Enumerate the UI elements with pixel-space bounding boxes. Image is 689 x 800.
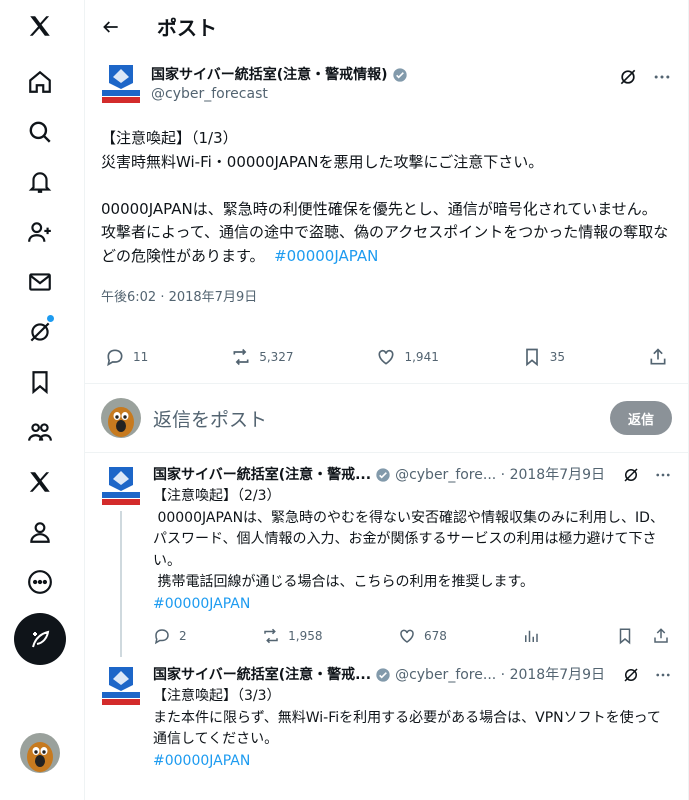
- post-author-row: 国家サイバー統括室(注意・警戒情報) @cyber_forecast: [101, 63, 672, 111]
- compose-post-button[interactable]: [14, 613, 66, 665]
- bookmark-icon[interactable]: [17, 359, 63, 405]
- post-timestamp[interactable]: 午後6:02 · 2018年7月9日: [101, 286, 672, 305]
- post-action-bar: 2 1,958 678: [153, 615, 672, 657]
- repost-icon: [233, 348, 249, 366]
- repost-count: 1,958: [288, 629, 323, 643]
- reply-button[interactable]: 11: [105, 347, 148, 367]
- author-handle[interactable]: @cyber_forecast: [151, 84, 618, 104]
- hashtag-link[interactable]: #00000JAPAN: [274, 247, 378, 265]
- more-options-icon[interactable]: [654, 466, 672, 484]
- reply-icon: [154, 629, 169, 645]
- grok-icon[interactable]: [618, 67, 638, 87]
- main-column: ポスト 国家サイバー統括室(注意・警戒情報) @cyber_forecast 【…: [84, 0, 689, 800]
- communities-icon[interactable]: [17, 409, 63, 455]
- bookmark-icon: [525, 348, 538, 367]
- reply-composer: 返信をポスト 返信: [85, 383, 688, 453]
- premium-x-icon[interactable]: [17, 459, 63, 505]
- grok-icon[interactable]: [622, 466, 640, 484]
- reply-submit-button[interactable]: 返信: [610, 401, 672, 435]
- compose-post-icon: [32, 630, 50, 648]
- org-logo-avatar[interactable]: [101, 63, 141, 105]
- repost-button[interactable]: 5,327: [231, 347, 294, 367]
- reply-count: 11: [133, 350, 149, 364]
- views-button[interactable]: [522, 627, 540, 645]
- thread-connector-line: [120, 511, 122, 657]
- grok-icon[interactable]: [17, 309, 63, 355]
- post-meta[interactable]: @cyber_fore... · 2018年7月9日: [395, 465, 605, 485]
- page-header: ポスト: [85, 0, 688, 53]
- post-line: 災害時無料Wi-Fi・00000JAPANを悪用した攻撃にご注意下さい。: [101, 152, 544, 171]
- reply-input[interactable]: 返信をポスト: [153, 405, 610, 432]
- heart-icon: [400, 629, 414, 643]
- repost-icon: [264, 628, 278, 644]
- more-options-icon[interactable]: [652, 67, 672, 87]
- reply-avatar[interactable]: [101, 398, 141, 438]
- org-logo-avatar[interactable]: [101, 665, 141, 707]
- post-body: 【注意喚起】（3/3） また本件に限らず、無料Wi-Fiを利用する必要がある場合…: [153, 686, 672, 772]
- post-meta[interactable]: @cyber_fore... · 2018年7月9日: [395, 665, 605, 685]
- hashtag-link[interactable]: #00000JAPAN: [153, 596, 250, 612]
- reply-count: 2: [179, 629, 187, 643]
- hashtag-link[interactable]: #00000JAPAN: [153, 753, 250, 769]
- search-icon[interactable]: [17, 109, 63, 155]
- bookmark-button[interactable]: 35: [522, 347, 565, 367]
- share-button[interactable]: [648, 347, 668, 367]
- post-body: 【注意喚起】（2/3） 00000JAPANは、緊急時のやむを得ない安否確認や情…: [153, 486, 672, 615]
- bookmark-icon[interactable]: [616, 627, 634, 645]
- post-action-bar: 11 5,327 1,941 35: [101, 331, 672, 383]
- mail-icon[interactable]: [17, 259, 63, 305]
- share-icon: [650, 348, 666, 365]
- grok-icon[interactable]: [622, 666, 640, 684]
- bell-icon[interactable]: [17, 159, 63, 205]
- share-icon[interactable]: [652, 627, 670, 645]
- author-name[interactable]: 国家サイバー統括室(注意・警戒情報): [151, 66, 618, 84]
- repost-count: 5,327: [259, 350, 294, 364]
- add-user-icon[interactable]: [17, 209, 63, 255]
- post-body: 【注意喚起】（1/3） 災害時無料Wi-Fi・00000JAPANを悪用した攻撃…: [101, 127, 672, 268]
- reply-button[interactable]: 2: [153, 627, 187, 645]
- back-arrow-icon[interactable]: [101, 14, 127, 40]
- thread-post[interactable]: 国家サイバー統括室(注意・警戒... @cyber_fore... · 2018…: [101, 465, 672, 657]
- profile-icon[interactable]: [17, 509, 63, 555]
- home-icon[interactable]: [17, 59, 63, 105]
- notification-dot: [47, 315, 54, 322]
- org-logo-avatar[interactable]: [101, 465, 141, 507]
- more-options-icon[interactable]: [654, 666, 672, 684]
- page-title: ポスト: [157, 16, 217, 40]
- bookmark-count: 35: [549, 350, 566, 364]
- x-logo-icon[interactable]: [17, 3, 63, 49]
- like-count: 678: [424, 629, 447, 643]
- post-line: 攻撃者によって、通信の途中で盗聴、偽のアクセスポイントをつかった情報の奪取などの…: [101, 223, 669, 265]
- verified-badge-icon: [376, 668, 390, 682]
- author-name-text: 国家サイバー統括室(注意・警戒情報): [151, 67, 388, 83]
- verified-badge-icon: [376, 468, 390, 482]
- reply-icon: [107, 349, 123, 367]
- main-post: 国家サイバー統括室(注意・警戒情報) @cyber_forecast 【注意喚起…: [85, 53, 688, 383]
- analytics-icon: [525, 630, 539, 642]
- account-avatar[interactable]: [20, 733, 60, 773]
- thread-post[interactable]: 国家サイバー統括室(注意・警戒... @cyber_fore... · 2018…: [101, 665, 672, 772]
- repost-button[interactable]: 1,958: [262, 627, 323, 645]
- heart-icon: [378, 349, 394, 365]
- more-icon[interactable]: [17, 559, 63, 605]
- left-nav: [0, 0, 80, 800]
- post-text: 【注意喚起】（3/3） また本件に限らず、無料Wi-Fiを利用する必要がある場合…: [153, 688, 661, 747]
- thread: 国家サイバー統括室(注意・警戒... @cyber_fore... · 2018…: [85, 453, 688, 772]
- author-name[interactable]: 国家サイバー統括室(注意・警戒...: [153, 665, 371, 685]
- like-button[interactable]: 1,941: [376, 347, 439, 367]
- bookmark-share-group: [616, 627, 670, 645]
- author-name[interactable]: 国家サイバー統括室(注意・警戒...: [153, 465, 371, 485]
- like-button[interactable]: 678: [398, 627, 447, 645]
- like-count: 1,941: [404, 350, 439, 364]
- post-line: 【注意喚起】（1/3）: [101, 129, 238, 147]
- post-line: 00000JAPANは、緊急時の利便性確保を優先とし、通信が暗号化されていません…: [101, 199, 657, 218]
- post-text: 【注意喚起】（2/3） 00000JAPANは、緊急時のやむを得ない安否確認や情…: [153, 488, 664, 590]
- verified-badge-icon: [392, 68, 407, 82]
